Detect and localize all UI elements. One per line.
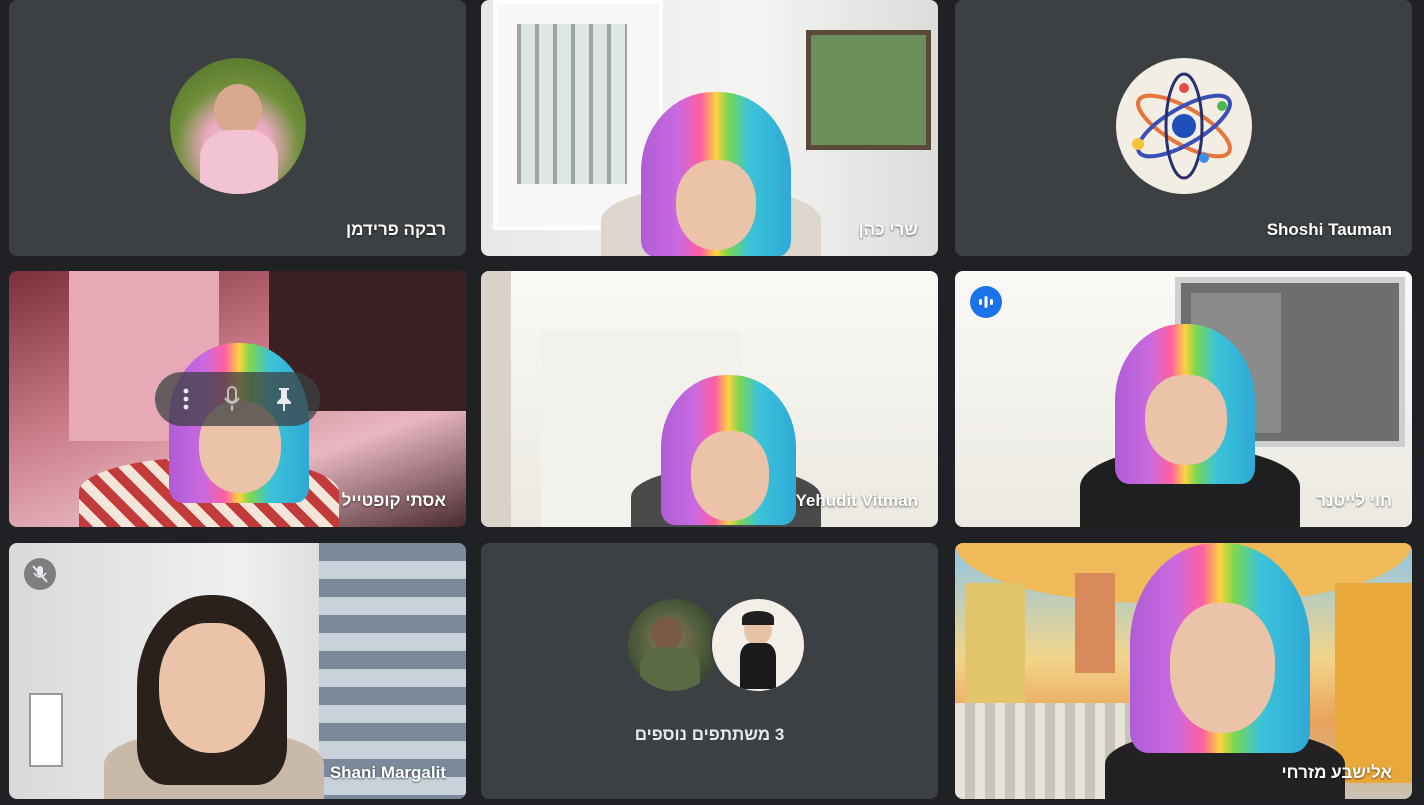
atom-logo-icon [1131,72,1232,180]
participant-tile-yehudit[interactable]: Yehudit Vitman [481,271,938,527]
participant-name: Shoshi Tauman [1266,220,1392,239]
participant-hover-controls [155,372,320,426]
participant-tile-shoshi[interactable]: Shoshi Tauman [955,0,1412,256]
mic-icon[interactable] [223,386,241,412]
mic-off-icon [24,558,56,590]
more-vert-icon[interactable] [182,388,190,410]
pin-icon[interactable] [275,386,293,412]
participant-name: Yehudit Vitman [795,491,919,510]
audio-level-icon [970,286,1002,318]
participant-avatar [169,58,306,194]
participant-name: Shani Margalit [329,763,446,782]
participant-name: אלישבע מזרחי [1281,763,1392,782]
more-participants-tile[interactable]: 3 משתתפים נוספים [481,543,938,799]
more-participants-avatars [620,597,806,693]
participant-name: אסתי קופטייל [341,491,446,510]
participant-tile-shari[interactable]: שרי כהן [481,0,938,256]
participant-video [9,543,466,799]
participant-video [481,271,938,527]
participant-video [481,0,938,256]
participant-tile-elisheva[interactable]: אלישבע מזרחי [955,543,1412,799]
participant-avatar [625,597,722,693]
participant-video [955,271,1412,527]
participant-name: שרי כהן [858,220,918,239]
participant-avatar [1115,58,1252,194]
participant-avatar [709,597,806,693]
participant-name: חוי לייטנר [1316,491,1392,510]
participant-name: רבקה פרידמן [345,220,446,239]
more-participants-label: 3 משתתפים נוספים [634,725,785,744]
participant-tile-shani[interactable]: Shani Margalit [9,543,466,799]
participant-tile-chavi[interactable]: חוי לייטנר [955,271,1412,527]
participant-tile-rivka[interactable]: רבקה פרידמן [9,0,466,256]
participant-video [955,543,1412,799]
